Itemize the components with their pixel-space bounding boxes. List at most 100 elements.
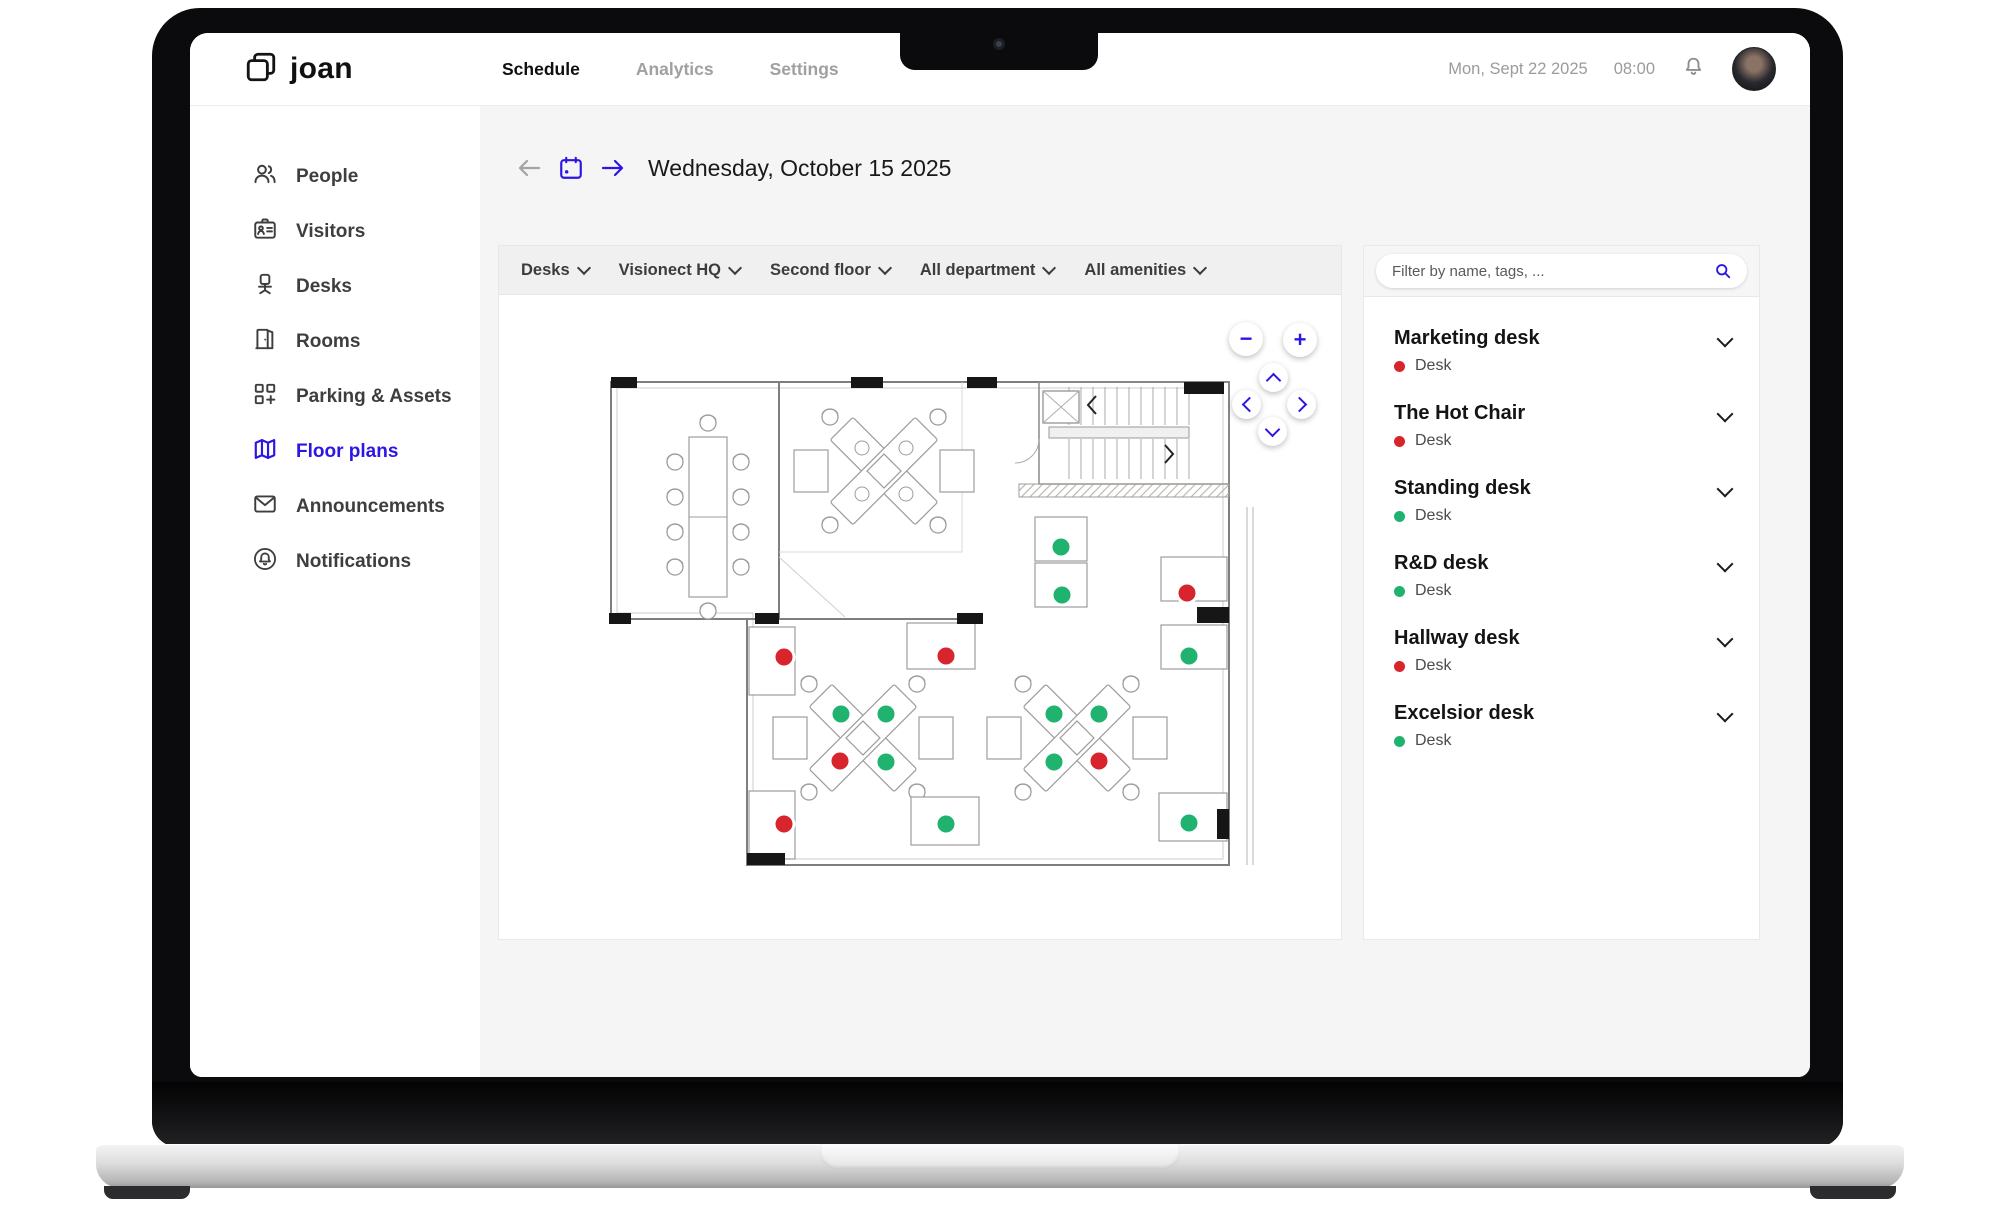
sidebar-item-parking-assets[interactable]: Parking & Assets [190,369,480,424]
laptop-mockup: joan Schedule Analytics Settings Mon, Se… [0,0,2000,1207]
desk-status-dot[interactable] [936,646,956,666]
sidebar-item-rooms[interactable]: Rooms [190,314,480,369]
pan-right-button[interactable] [1287,390,1316,419]
chevron-left-icon [1241,397,1257,413]
desk-list-item[interactable]: The Hot Chair Desk [1394,398,1733,454]
sidebar-item-people[interactable]: People [190,149,480,204]
meeting-room [667,415,749,619]
next-day-arrow-icon[interactable] [600,155,626,181]
calendar-icon[interactable] [558,155,584,181]
app-logo: joan [244,33,353,105]
desk-status-dot[interactable] [831,704,851,724]
logo-text: joan [290,52,353,86]
sidebar-label: Notifications [296,551,411,573]
tab-analytics[interactable]: Analytics [636,59,714,80]
sidebar-label: Rooms [296,331,360,353]
desk-status-dot[interactable] [1089,751,1109,771]
desk-status-dot[interactable] [830,751,850,771]
desk-status-dot[interactable] [1044,752,1064,772]
filter-location[interactable]: Visionect HQ [619,261,740,280]
chevron-up-icon [1266,372,1282,388]
desk-side-panel: Marketing desk Desk The Hot Chair Desk S… [1363,245,1760,940]
webcam-icon [993,38,1005,50]
desk-list-item[interactable]: Hallway desk Desk [1394,623,1733,679]
desk-status-dot[interactable] [936,814,956,834]
filter-floor[interactable]: Second floor [770,261,890,280]
status-dot [1394,661,1405,672]
chevron-right-icon [1292,397,1308,413]
zoom-out-button[interactable]: − [1229,322,1263,356]
desk-status-dot[interactable] [1179,813,1199,833]
status-dot [1394,511,1405,522]
floor-plans-icon [252,436,278,468]
chevron-down-icon [1193,260,1207,274]
desk-pods [773,409,1167,800]
search-icon[interactable] [1713,261,1733,281]
desk-status-dot[interactable] [1089,704,1109,724]
bell-icon[interactable] [1681,54,1706,84]
parking-assets-icon [252,381,278,413]
desk-status-dot[interactable] [1052,585,1072,605]
desk-status-dot[interactable] [774,814,794,834]
sidebar-item-visitors[interactable]: Visitors [190,204,480,259]
visitors-icon [252,216,278,248]
status-dot [1394,361,1405,372]
sidebar-label: Parking & Assets [296,386,452,408]
tab-schedule[interactable]: Schedule [502,59,580,80]
staircase [1015,382,1229,497]
sidebar-item-announcements[interactable]: Announcements [190,479,480,534]
sidebar-item-desks[interactable]: Desks [190,259,480,314]
notifications-icon [252,546,278,578]
floor-plan-card: − + [498,295,1342,940]
search-field[interactable] [1376,254,1747,288]
laptop-base-notch [820,1144,1180,1169]
desk-status-dot[interactable] [774,647,794,667]
filter-desks[interactable]: Desks [521,261,589,280]
zoom-in-button[interactable]: + [1283,323,1317,357]
previous-day-arrow-icon[interactable] [516,155,542,181]
chevron-down-icon [878,260,892,274]
desk-list: Marketing desk Desk The Hot Chair Desk S… [1364,297,1759,754]
desk-status-dot[interactable] [876,704,896,724]
people-icon [252,161,278,193]
chevron-down-icon [577,260,591,274]
header-right: Mon, Sept 22 2025 08:00 [1448,33,1776,105]
desk-status-dot[interactable] [1044,704,1064,724]
desk-list-item[interactable]: Excelsior desk Desk [1394,698,1733,754]
avatar[interactable] [1732,47,1776,91]
pan-up-button[interactable] [1259,363,1288,392]
laptop-foot [104,1186,190,1199]
panel-search-bar [1364,246,1759,297]
single-desks [749,517,1227,859]
status-dot [1394,436,1405,447]
desk-list-item[interactable]: R&D desk Desk [1394,548,1733,604]
laptop-hinge [152,1082,1843,1147]
desk-status-dot[interactable] [876,752,896,772]
sidebar-item-notifications[interactable]: Notifications [190,534,480,589]
joan-logo-icon [244,50,278,89]
filter-department[interactable]: All department [920,261,1055,280]
filter-bar: Desks Visionect HQ Second floor All depa… [498,245,1342,295]
sidebar-label: Floor plans [296,441,398,463]
sidebar-item-floor-plans[interactable]: Floor plans [190,424,480,479]
pan-down-button[interactable] [1258,417,1287,446]
search-input[interactable] [1390,262,1705,281]
status-dot [1394,586,1405,597]
page-title: Wednesday, October 15 2025 [648,155,951,182]
desk-list-item[interactable]: Standing desk Desk [1394,473,1733,529]
announcements-icon [252,491,278,523]
top-nav: Schedule Analytics Settings [502,33,839,105]
desk-status-dot[interactable] [1051,537,1071,557]
filter-amenities[interactable]: All amenities [1084,261,1205,280]
desk-list-item[interactable]: Marketing desk Desk [1394,323,1733,379]
desk-status-dot[interactable] [1177,583,1197,603]
chevron-down-icon [1042,260,1056,274]
desk-status-dot[interactable] [1179,646,1199,666]
laptop-foot [1810,1186,1896,1199]
rooms-icon [252,326,278,358]
date-navigation: Wednesday, October 15 2025 [516,145,951,191]
floor-plan-map[interactable] [599,367,1264,879]
header-date: Mon, Sept 22 2025 [1448,60,1587,79]
tab-settings[interactable]: Settings [770,59,839,80]
pan-left-button[interactable] [1232,390,1261,419]
